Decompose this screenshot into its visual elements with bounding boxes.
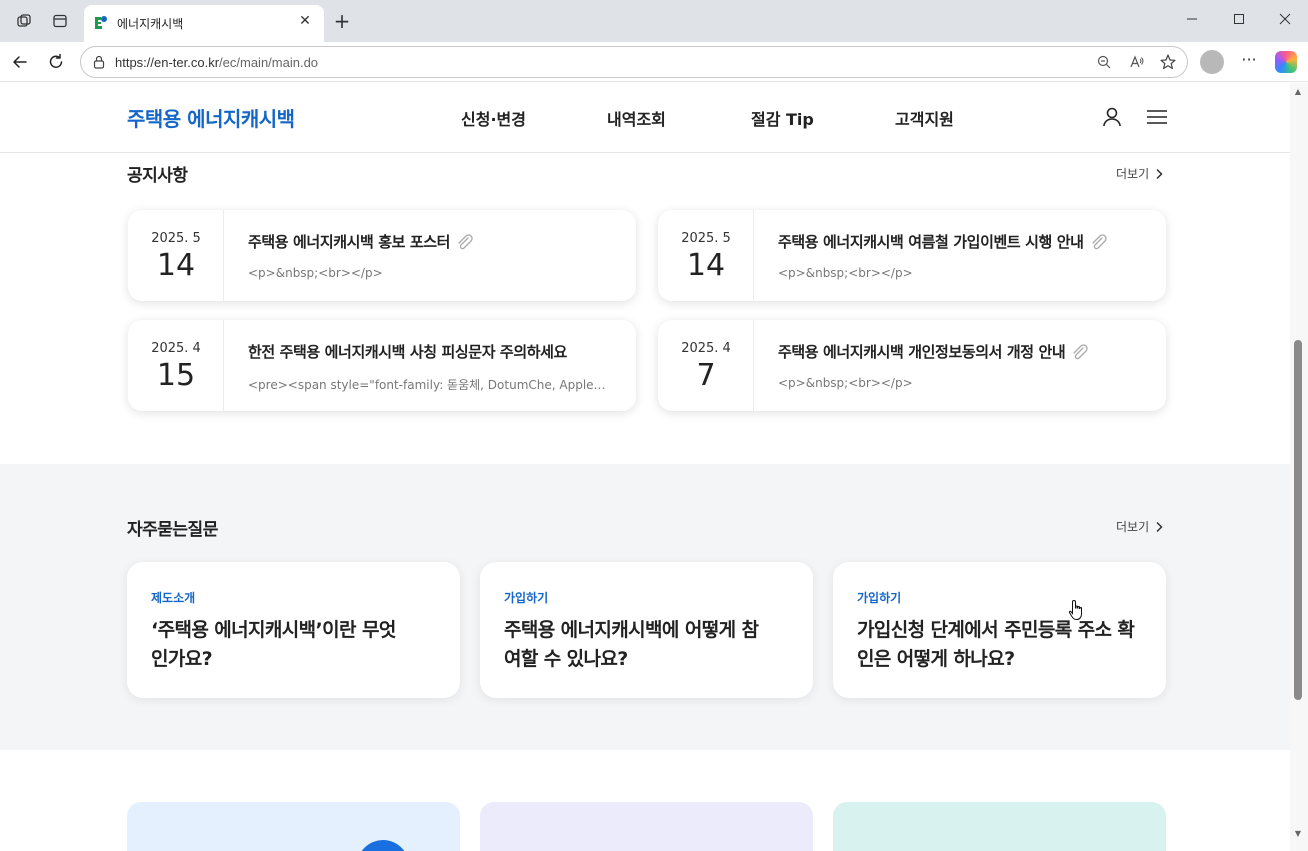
page-viewport: 자주묻는질문 더보기 제도소개 ‘주택용 에너지캐시백’이란 무엇인가요? 가입…: [0, 83, 1290, 851]
faq-card[interactable]: 가입하기 주택용 에너지캐시백에 어떻게 참여할 수 있나요?: [480, 562, 813, 698]
site-logo[interactable]: 주택용 에너지캐시백: [127, 103, 295, 132]
address-bar[interactable]: https://en-ter.co.kr/ec/main/main.do: [80, 46, 1188, 78]
promo-card[interactable]: [127, 802, 460, 851]
notice-title-text: 주택용 에너지캐시백 개인정보동의서 개정 안내: [778, 343, 1066, 361]
notice-section-title: 공지사항: [127, 166, 188, 186]
faq-section-title: 자주묻는질문: [127, 520, 218, 540]
notice-day: 14: [156, 248, 196, 283]
notice-title: 한전 주택용 에너지캐시백 사칭 피싱문자 주의하세요: [248, 341, 567, 362]
notice-year-month: 2025. 4: [151, 341, 201, 356]
faq-card[interactable]: 제도소개 ‘주택용 에너지캐시백’이란 무엇인가요?: [127, 562, 460, 698]
close-tab-icon[interactable]: ✕: [296, 12, 314, 30]
faq-more-link[interactable]: 더보기: [1116, 518, 1163, 535]
minimize-icon[interactable]: [1180, 9, 1204, 33]
notice-date: 2025. 4 7: [658, 320, 754, 411]
chevron-right-icon: [1156, 521, 1163, 532]
new-tab-icon[interactable]: +: [331, 11, 353, 33]
notice-date: 2025. 5 14: [128, 210, 224, 301]
maximize-icon[interactable]: [1227, 9, 1251, 33]
profile-icon[interactable]: [1200, 50, 1224, 74]
promo-graphic-icon: [357, 840, 409, 851]
workspaces-icon[interactable]: [14, 11, 34, 31]
notice-card[interactable]: 2025. 4 7 주택용 에너지캐시백 개인정보동의서 개정 안내 <p>&n…: [658, 320, 1166, 411]
faq-question: 주택용 에너지캐시백에 어떻게 참여할 수 있나요?: [504, 619, 759, 670]
notice-day: 14: [686, 248, 726, 283]
copilot-icon[interactable]: [1275, 51, 1297, 73]
tab-actions-icon[interactable]: [50, 11, 70, 31]
scroll-thumb[interactable]: [1294, 340, 1302, 700]
notice-more-link[interactable]: 더보기: [1116, 165, 1163, 182]
faq-category: 가입하기: [504, 591, 549, 605]
paperclip-icon: [1073, 343, 1088, 359]
promo-card[interactable]: [480, 802, 813, 851]
scroll-down-icon[interactable]: ▼: [1293, 829, 1303, 839]
site-header: 주택용 에너지캐시백 신청·변경 내역조회 절감 Tip 고객지원: [0, 83, 1290, 153]
faq-category: 제도소개: [151, 591, 196, 605]
hand-cursor-icon: [1068, 599, 1082, 620]
browser-toolbar: https://en-ter.co.kr/ec/main/main.do ···: [0, 42, 1308, 82]
chevron-right-icon: [1156, 168, 1163, 179]
notice-date: 2025. 4 15: [128, 320, 224, 411]
notice-title: 주택용 에너지캐시백 개인정보동의서 개정 안내: [778, 341, 1089, 362]
notice-title-text: 한전 주택용 에너지캐시백 사칭 피싱문자 주의하세요: [248, 343, 567, 361]
faq-more-label: 더보기: [1116, 520, 1150, 534]
more-icon[interactable]: ···: [1237, 50, 1261, 74]
notice-title-text: 주택용 에너지캐시백 여름철 가입이벤트 시행 안내: [778, 233, 1084, 251]
nav-item-tips[interactable]: 절감 Tip: [751, 106, 814, 130]
faq-question: 가입신청 단계에서 주민등록 주소 확인은 어떻게 하나요?: [857, 619, 1135, 670]
page-scrollbar[interactable]: ▲ ▼: [1290, 83, 1308, 851]
back-icon[interactable]: [8, 50, 32, 74]
menu-icon[interactable]: [1145, 105, 1169, 129]
browser-titlebar: 에너지캐시백 ✕ +: [0, 0, 1308, 42]
browser-tab[interactable]: 에너지캐시백 ✕: [84, 5, 324, 42]
nav-item-history[interactable]: 내역조회: [607, 106, 666, 130]
tab-title: 에너지캐시백: [117, 17, 184, 31]
notice-title: 주택용 에너지캐시백 여름철 가입이벤트 시행 안내: [778, 231, 1108, 252]
notice-card[interactable]: 2025. 4 15 한전 주택용 에너지캐시백 사칭 피싱문자 주의하세요 <…: [128, 320, 636, 411]
notice-more-label: 더보기: [1116, 167, 1150, 181]
favorite-star-icon[interactable]: [1159, 53, 1177, 71]
notice-excerpt: <p>&nbsp;<br></p>: [778, 266, 913, 280]
notice-year-month: 2025. 4: [681, 341, 731, 356]
faq-section: 자주묻는질문 더보기 제도소개 ‘주택용 에너지캐시백’이란 무엇인가요? 가입…: [0, 464, 1290, 750]
user-icon[interactable]: [1100, 105, 1124, 129]
url-path: /ec/main/main.do: [219, 55, 319, 70]
zoom-out-icon[interactable]: [1095, 53, 1113, 71]
notice-date: 2025. 5 14: [658, 210, 754, 301]
notice-title: 주택용 에너지캐시백 홍보 포스터: [248, 231, 474, 252]
lock-icon[interactable]: [91, 54, 107, 70]
promo-card[interactable]: [833, 802, 1166, 851]
faq-category: 가입하기: [857, 591, 902, 605]
url-host: https://en-ter.co.kr: [115, 55, 220, 70]
read-aloud-icon[interactable]: [1128, 53, 1146, 71]
notice-excerpt: <p>&nbsp;<br></p>: [248, 266, 383, 280]
paperclip-icon: [1091, 233, 1107, 249]
close-window-icon[interactable]: [1273, 9, 1297, 33]
notice-year-month: 2025. 5: [681, 231, 731, 246]
notice-card[interactable]: 2025. 5 14 주택용 에너지캐시백 홍보 포스터 <p>&nbsp;<b…: [128, 210, 636, 301]
paperclip-icon: [458, 233, 473, 249]
faq-question: ‘주택용 에너지캐시백’이란 무엇인가요?: [151, 619, 396, 670]
refresh-icon[interactable]: [44, 50, 68, 74]
notice-day: 15: [156, 358, 196, 393]
nav-item-support[interactable]: 고객지원: [895, 106, 954, 130]
faq-card[interactable]: 가입하기 가입신청 단계에서 주민등록 주소 확인은 어떻게 하나요?: [833, 562, 1166, 698]
notice-year-month: 2025. 5: [151, 231, 201, 246]
nav-item-apply[interactable]: 신청·변경: [461, 106, 526, 130]
notice-day: 7: [696, 358, 716, 393]
scroll-up-icon[interactable]: ▲: [1293, 87, 1303, 97]
notice-card[interactable]: 2025. 5 14 주택용 에너지캐시백 여름철 가입이벤트 시행 안내 <p…: [658, 210, 1166, 301]
notice-excerpt: <pre><span style="font-family: 돋움체, Dotu…: [248, 378, 610, 392]
notice-title-text: 주택용 에너지캐시백 홍보 포스터: [248, 233, 451, 251]
url-text[interactable]: https://en-ter.co.kr/ec/main/main.do: [115, 55, 318, 70]
favicon-icon: [92, 14, 108, 30]
notice-excerpt: <p>&nbsp;<br></p>: [778, 376, 913, 390]
